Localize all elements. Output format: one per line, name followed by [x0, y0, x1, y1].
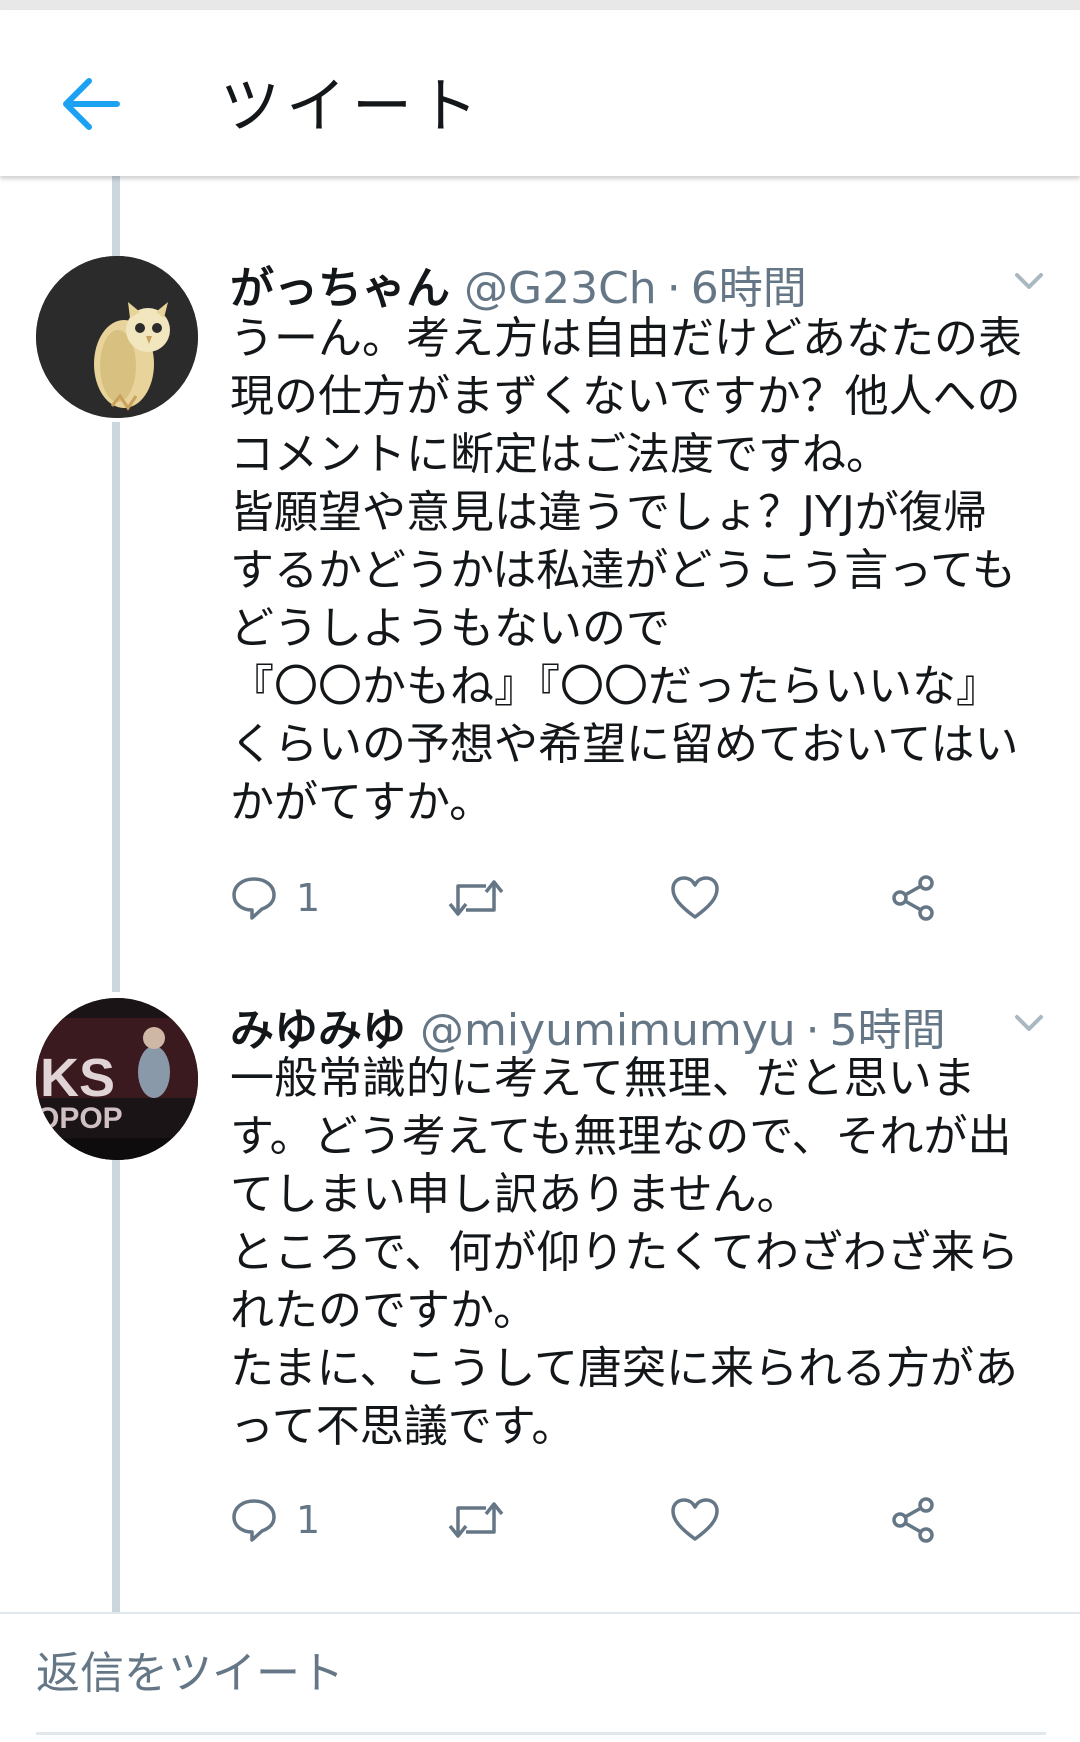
- thread-connector-line: [112, 1160, 120, 1612]
- retweet-icon: [448, 1502, 504, 1538]
- tweet-text-line: って不思議です。: [230, 1401, 576, 1452]
- reply-count: 1: [296, 876, 321, 920]
- tweet-text-line: 現の仕方がまずくないですか？他人への: [230, 371, 1021, 422]
- svg-text:OPOP: OPOP: [36, 1102, 123, 1135]
- share-icon: [892, 875, 934, 921]
- back-button[interactable]: [54, 68, 126, 140]
- tweet-text-line: 『〇〇かもね』『〇〇だったらいいな』: [230, 661, 1000, 712]
- reply-button[interactable]: 1: [230, 868, 320, 928]
- arrow-left-icon: [63, 78, 120, 130]
- reply-icon: [232, 1499, 276, 1542]
- share-button[interactable]: [890, 868, 938, 928]
- chevron-down-icon[interactable]: [1005, 998, 1053, 1046]
- tweet-text-line: 一般常識的に考えて無理、だと思いま: [230, 1053, 976, 1104]
- timestamp[interactable]: 5時間: [830, 994, 946, 1058]
- avatar[interactable]: KS OPOP: [36, 998, 198, 1160]
- separator-dot: ·: [805, 1005, 820, 1056]
- tweet-text-line: てしまい申し訳ありません。: [230, 1169, 801, 1220]
- heart-icon: [671, 876, 719, 919]
- display-name[interactable]: みゆみゆ: [230, 994, 406, 1058]
- like-button[interactable]: [670, 868, 720, 928]
- thread-connector-line: [112, 176, 120, 256]
- tweet-text-line: ところで、何が仰りたくてわざわざ来ら: [230, 1227, 1019, 1278]
- reply-input[interactable]: [36, 1614, 1046, 1735]
- svg-text:KS: KS: [40, 1048, 115, 1108]
- avatar[interactable]: [36, 256, 198, 418]
- tweet-text: 一般常識的に考えて無理、だと思いま す。どう考えても無理なので、それが出 てしま…: [230, 1050, 1060, 1456]
- like-button[interactable]: [670, 1490, 720, 1550]
- chevron-down-icon[interactable]: [1005, 256, 1053, 304]
- stage-photo-avatar-image: KS OPOP: [36, 998, 198, 1160]
- tweet-text-line: するかどうかは私達がどうこう言っても: [230, 545, 1016, 596]
- thread-connector-line: [112, 422, 120, 992]
- tweet-text-line: どうしようもないので: [230, 603, 670, 654]
- retweet-button[interactable]: [446, 868, 506, 928]
- timestamp[interactable]: 6時間: [691, 252, 807, 316]
- app-header: ツイート: [0, 10, 1080, 176]
- tweet-text-line: たまに、こうして唐突に来られる方があ: [230, 1343, 1019, 1394]
- share-button[interactable]: [890, 1490, 938, 1550]
- tweet-text-line: うーん。考え方は自由だけどあなたの表: [230, 313, 1022, 364]
- status-strip: [0, 0, 1080, 10]
- reply-count: 1: [296, 1498, 321, 1542]
- user-handle[interactable]: @miyumimumyu: [420, 1005, 796, 1056]
- separator-dot: ·: [666, 263, 681, 314]
- user-handle[interactable]: @G23Ch: [464, 263, 657, 314]
- tweet-text-line: かがてすか。: [230, 777, 494, 828]
- tweet-text-line: す。どう考えても無理なので、それが出: [230, 1111, 1012, 1162]
- reply-composer-bar: [0, 1612, 1080, 1742]
- tweet-actions: 1: [230, 1490, 1010, 1550]
- owl-avatar-image: [36, 256, 198, 418]
- retweet-icon: [448, 880, 504, 916]
- tweet-header: みゆみゆ @miyumimumyu · 5時間: [230, 994, 946, 1056]
- tweet-text-line: れたのですか。: [230, 1285, 538, 1336]
- tweet-text: うーん。考え方は自由だけどあなたの表 現の仕方がまずくないですか？他人への コメ…: [230, 310, 1060, 832]
- tweet-text-line: 皆願望や意見は違うでしょ？JYJが復帰: [230, 487, 987, 538]
- tweet-text-line: コメントに断定はご法度ですね。: [230, 429, 890, 480]
- reply-button[interactable]: 1: [230, 1490, 320, 1550]
- tweet-actions: 1: [230, 868, 1010, 928]
- tweet-text-line: くらいの予想や希望に留めておいてはい: [230, 719, 1019, 770]
- display-name[interactable]: がっちゃん: [230, 252, 450, 316]
- heart-icon: [671, 1498, 719, 1541]
- reply-icon: [232, 877, 276, 920]
- retweet-button[interactable]: [446, 1490, 506, 1550]
- page-title: ツイート: [220, 72, 484, 142]
- tweet-header: がっちゃん @G23Ch · 6時間: [230, 252, 807, 314]
- share-icon: [892, 1497, 934, 1543]
